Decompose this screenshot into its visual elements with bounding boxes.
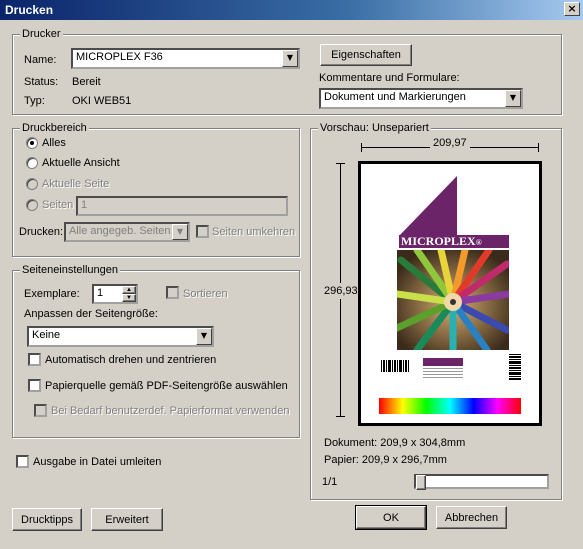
cancel-button-label: Abbrechen bbox=[444, 512, 499, 524]
comments-select[interactable]: Dokument und Markierungen ▼ bbox=[319, 88, 523, 109]
radio-all-label: Alles bbox=[42, 137, 66, 149]
print-subset-select[interactable]: Alle angegeb. Seiten ▼ bbox=[64, 222, 190, 242]
page-slider[interactable] bbox=[414, 474, 549, 490]
page-preview: MICROPLEX® bbox=[358, 161, 542, 426]
copies-label: Exemplare: bbox=[24, 288, 80, 300]
print-to-file-checkbox[interactable] bbox=[16, 455, 29, 468]
preview-group-title: Vorschau: Unsepariert bbox=[318, 122, 431, 134]
printer-status-value: Bereit bbox=[72, 76, 101, 88]
custom-paper-label: Bei Bedarf benutzerdef. Papierformat ver… bbox=[51, 405, 290, 417]
printer-name-select[interactable]: MICROPLEX F36 ▼ bbox=[71, 48, 300, 69]
ok-button-label: OK bbox=[383, 512, 399, 524]
radio-current-view[interactable] bbox=[26, 157, 38, 169]
paper-source-label: Papierquelle gemäß PDF-Seitengröße auswä… bbox=[45, 380, 288, 392]
pencils-image bbox=[397, 250, 509, 350]
chevron-down-icon[interactable]: ▼ bbox=[282, 50, 298, 67]
advanced-button-label: Erweitert bbox=[105, 514, 149, 526]
print-to-file-label: Ausgabe in Datei umleiten bbox=[33, 456, 162, 468]
chevron-down-icon[interactable]: ▼ bbox=[505, 90, 521, 107]
print-tips-button-label: Drucktipps bbox=[21, 514, 73, 526]
printer-name-label: Name: bbox=[24, 54, 57, 66]
close-icon: × bbox=[567, 2, 577, 15]
print-subset-value: Alle angegeb. Seiten bbox=[69, 225, 171, 237]
small-logo-text bbox=[423, 368, 463, 378]
collate-checkbox[interactable] bbox=[166, 286, 179, 299]
printer-group-title: Drucker bbox=[20, 28, 63, 40]
page-settings-group-title: Seiteneinstellungen bbox=[20, 264, 121, 276]
reverse-pages-label: Seiten umkehren bbox=[212, 226, 296, 238]
title-bar: Drucken bbox=[0, 0, 583, 20]
radio-current-view-label: Aktuelle Ansicht bbox=[42, 157, 120, 169]
auto-rotate-checkbox[interactable] bbox=[28, 353, 41, 366]
page-counter: 1/1 bbox=[322, 476, 338, 488]
window-title: Drucken bbox=[5, 3, 54, 17]
printer-status-label: Status: bbox=[24, 76, 59, 88]
scaling-select[interactable]: Keine ▼ bbox=[27, 326, 214, 347]
radio-current-page-label: Aktuelle Seite bbox=[42, 178, 110, 190]
print-tips-button[interactable]: Drucktipps bbox=[12, 508, 82, 531]
print-subset-label: Drucken: bbox=[19, 226, 64, 238]
auto-rotate-label: Automatisch drehen und zentrieren bbox=[45, 354, 217, 366]
document-size: Dokument: 209,9 x 304,8mm bbox=[324, 437, 466, 449]
custom-paper-checkbox[interactable] bbox=[34, 404, 47, 417]
logo-reg: ® bbox=[475, 238, 482, 247]
stepper-up-icon[interactable]: ▲ bbox=[122, 286, 136, 294]
copies-value: 1 bbox=[97, 287, 104, 299]
close-button[interactable]: × bbox=[564, 2, 580, 16]
copies-stepper[interactable]: 1 ▲ ▼ bbox=[92, 284, 138, 304]
pages-input-value: 1 bbox=[81, 199, 88, 211]
barcode-left-icon bbox=[381, 360, 409, 372]
logo-banner: MICROPLEX® bbox=[399, 235, 509, 248]
page-preview-paper: MICROPLEX® bbox=[361, 164, 539, 423]
page-slider-thumb[interactable] bbox=[416, 475, 426, 490]
radio-pages[interactable] bbox=[26, 199, 38, 211]
ok-button[interactable]: OK bbox=[355, 505, 427, 530]
printer-name-value: MICROPLEX F36 bbox=[76, 51, 163, 63]
printer-type-value: OKI WEB51 bbox=[72, 95, 132, 107]
width-dimension-value: 209,97 bbox=[430, 137, 470, 149]
pages-input[interactable]: 1 bbox=[76, 196, 288, 216]
radio-pages-label: Seiten bbox=[42, 199, 74, 211]
paper-source-checkbox[interactable] bbox=[28, 379, 41, 392]
properties-button-label: Eigenschaften bbox=[331, 49, 401, 61]
cancel-button[interactable]: Abbrechen bbox=[436, 506, 507, 529]
printer-type-label: Typ: bbox=[24, 95, 45, 107]
color-spectrum-bar bbox=[379, 398, 521, 414]
radio-current-page[interactable] bbox=[26, 178, 38, 190]
reverse-pages-checkbox[interactable] bbox=[196, 225, 209, 238]
paper-size: Papier: 209,9 x 296,7mm bbox=[324, 454, 447, 466]
properties-button[interactable]: Eigenschaften bbox=[320, 44, 412, 66]
comments-value: Dokument und Markierungen bbox=[324, 91, 466, 103]
height-dimension-value: 296,93 bbox=[324, 283, 358, 299]
small-logo-banner bbox=[423, 358, 463, 366]
scaling-label: Anpassen der Seitengröße: bbox=[24, 308, 158, 320]
logo-text-bold: PLEX bbox=[443, 234, 476, 248]
barcode-right-icon bbox=[509, 354, 521, 380]
advanced-button[interactable]: Erweitert bbox=[91, 508, 163, 531]
print-range-group-title: Druckbereich bbox=[20, 122, 89, 134]
stepper-down-icon[interactable]: ▼ bbox=[122, 294, 136, 302]
scaling-value: Keine bbox=[32, 329, 61, 341]
logo-text: MICRO bbox=[401, 234, 444, 248]
chevron-down-icon[interactable]: ▼ bbox=[172, 224, 188, 240]
collate-label: Sortieren bbox=[183, 288, 228, 300]
radio-all[interactable] bbox=[26, 137, 38, 149]
comments-label: Kommentare und Formulare: bbox=[319, 72, 460, 84]
chevron-down-icon[interactable]: ▼ bbox=[196, 328, 212, 345]
